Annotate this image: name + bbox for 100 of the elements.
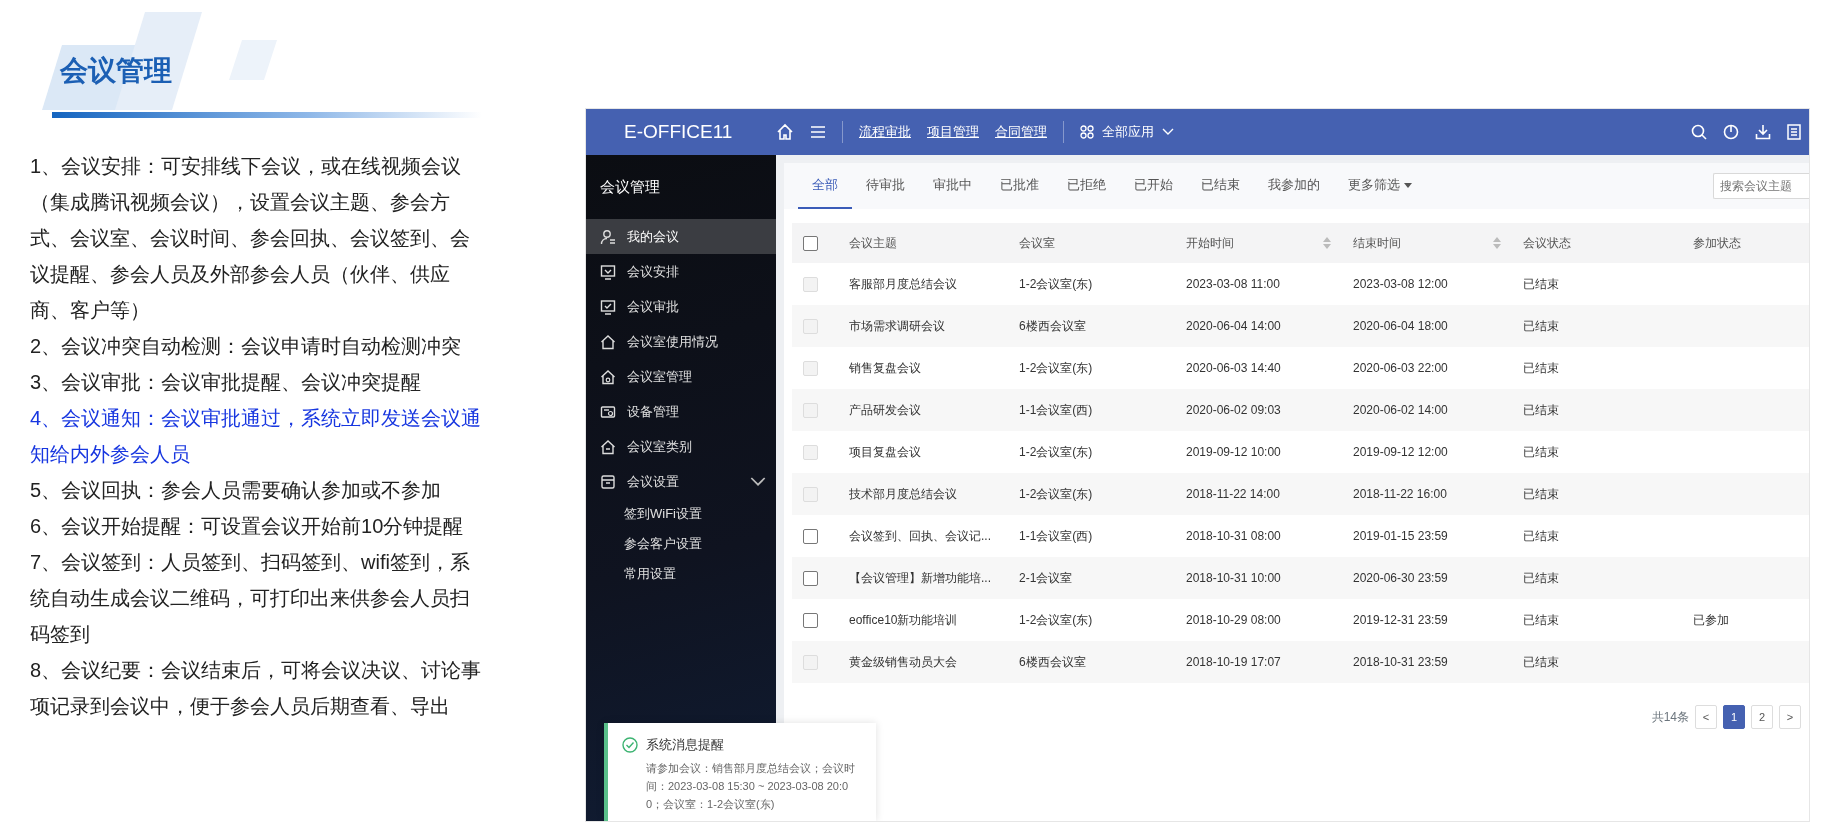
- more-filter-dropdown[interactable]: 更多筛选: [1334, 163, 1426, 209]
- sidebar-item[interactable]: 会议安排: [586, 254, 776, 289]
- column-header: 结束时间: [1353, 235, 1401, 252]
- chevron-down-icon: [1162, 128, 1174, 136]
- column-header: 会议主题: [849, 235, 897, 252]
- column-header: 开始时间: [1186, 235, 1234, 252]
- table-cell-text: 2023-03-08 12:00: [1353, 276, 1448, 293]
- table-cell-text: 2019-01-15 23:59: [1353, 528, 1448, 545]
- sidebar-subitem[interactable]: 常用设置: [586, 559, 776, 589]
- toast-title: 系统消息提醒: [646, 736, 724, 754]
- column-header: 会议状态: [1523, 235, 1571, 252]
- column-header: 参加状态: [1693, 235, 1741, 252]
- filter-tab[interactable]: 已拒绝: [1053, 163, 1120, 209]
- home-icon: [776, 123, 794, 141]
- next-page-button[interactable]: >: [1779, 705, 1801, 729]
- download-icon: [1755, 124, 1771, 140]
- sidebar-item[interactable]: 会议审批: [586, 289, 776, 324]
- sidebar-icon: [600, 438, 616, 455]
- nav-link[interactable]: 流程审批: [859, 122, 911, 142]
- nav-link[interactable]: 合同管理: [995, 122, 1047, 142]
- sidebar-icon: [600, 403, 616, 420]
- table-cell-text: 已结束: [1523, 444, 1559, 461]
- table-cell-text: 已参加: [1693, 612, 1729, 629]
- sidebar-title: 会议管理: [599, 176, 661, 197]
- filter-tab[interactable]: 待审批: [852, 163, 919, 209]
- sidebar-subitem[interactable]: 参会客户设置: [586, 529, 776, 559]
- menu-icon: [810, 125, 826, 139]
- filter-tab[interactable]: 审批中: [919, 163, 986, 209]
- sidebar-icon: [600, 298, 616, 315]
- table-cell-text: 2020-06-30 23:59: [1353, 570, 1448, 587]
- table-cell-text: 2019-12-31 23:59: [1353, 612, 1448, 629]
- table-cell-text: 2019-09-12 10:00: [1186, 444, 1281, 461]
- table-cell-text: 市场需求调研会议: [849, 318, 945, 335]
- apps-menu-label[interactable]: 全部应用: [1102, 122, 1154, 142]
- table-cell-text: 2-1会议室: [1019, 570, 1073, 587]
- filter-tab[interactable]: 我参加的: [1254, 163, 1334, 209]
- sidebar-item[interactable]: 会议室类别: [586, 429, 776, 464]
- sidebar-item[interactable]: 会议设置: [586, 464, 776, 499]
- table-cell-text: 已结束: [1523, 318, 1559, 335]
- slide-title: 会议管理: [60, 54, 172, 88]
- sidebar-item[interactable]: 会议室管理: [586, 359, 776, 394]
- table-cell-text: 1-2会议室(东): [1019, 444, 1093, 461]
- table-cell-text: 已结束: [1523, 402, 1559, 419]
- table-cell-text: 2018-10-31 10:00: [1186, 570, 1281, 587]
- table-cell-text: 2020-06-02 09:03: [1186, 402, 1281, 419]
- table-cell-text: 1-2会议室(东): [1019, 276, 1093, 293]
- filter-tab[interactable]: 全部: [798, 163, 852, 209]
- feature-point: 4、会议通知：会议审批通过，系统立即发送会议通知给内外参会人员: [30, 406, 483, 467]
- sidebar-item[interactable]: 设备管理: [586, 394, 776, 429]
- table-cell-text: 2023-03-08 11:00: [1186, 276, 1280, 293]
- checkbox[interactable]: [803, 528, 818, 544]
- prev-page-button[interactable]: <: [1695, 705, 1717, 729]
- sidebar-item[interactable]: 会议室使用情况: [586, 324, 776, 359]
- sidebar-subitem[interactable]: 签到WiFi设置: [586, 499, 776, 529]
- sidebar-icon: [600, 263, 616, 280]
- table-cell-text: 销售复盘会议: [849, 360, 921, 377]
- table-cell-text: 2020-06-02 14:00: [1353, 402, 1448, 419]
- table-cell-text: 2018-10-19 17:07: [1186, 654, 1281, 671]
- list-icon: [1787, 124, 1801, 140]
- table-cell-text: 产品研发会议: [849, 402, 921, 419]
- sidebar-item[interactable]: 我的会议: [586, 219, 776, 254]
- brand-logo[interactable]: E-OFFICE11: [586, 117, 776, 147]
- toast-message: 请参加会议：销售部月度总结会议；会议时间：2023-03-08 15:30 ~ 2023-03-08 20:00；会议室：1-2会议室(东): [645, 760, 856, 812]
- page-button[interactable]: 1: [1723, 705, 1745, 729]
- apps-menu[interactable]: 全部应用: [1080, 122, 1174, 142]
- total-count: 共14条: [1651, 709, 1689, 726]
- table-cell-text: 项目复盘会议: [849, 444, 921, 461]
- nav-link[interactable]: 项目管理: [927, 122, 979, 142]
- checkbox[interactable]: [803, 570, 818, 586]
- table-cell-text: 6楼西会议室: [1019, 654, 1086, 671]
- table-cell-text: 已结束: [1523, 486, 1559, 503]
- table-cell-text: 1-2会议室(东): [1019, 360, 1093, 377]
- checkbox[interactable]: [803, 612, 818, 628]
- table-cell-text: 技术部月度总结会议: [849, 486, 957, 503]
- table-cell-text: 【会议管理】新增功能培...: [849, 570, 991, 587]
- table-cell-text: 已结束: [1523, 276, 1559, 293]
- checkbox[interactable]: [803, 235, 818, 251]
- table-cell-text: 1-2会议室(东): [1019, 612, 1093, 629]
- search-field[interactable]: 搜索会议主题: [1713, 173, 1809, 199]
- table-cell-text: 2018-10-31 23:59: [1353, 654, 1448, 671]
- page-button[interactable]: 2: [1751, 705, 1773, 729]
- table-cell-text: 2018-10-31 08:00: [1186, 528, 1281, 545]
- feature-point: 8、会议纪要：会议结束后，可将会议决议、讨论事项记录到会议中，便于参会人员后期查看、导出: [30, 658, 483, 719]
- sidebar-icon: [600, 473, 616, 490]
- sidebar-icon: [600, 333, 616, 350]
- grid-icon: [1080, 125, 1094, 139]
- table-cell-text: 已结束: [1523, 570, 1559, 587]
- feature-point: 3、会议审批：会议审批提醒、会议冲突提醒: [30, 370, 423, 395]
- table-cell-text: 6楼西会议室: [1019, 318, 1086, 335]
- table-cell-text: eoffice10新功能培训: [849, 612, 958, 629]
- filter-tab[interactable]: 已结束: [1187, 163, 1254, 209]
- table-cell-text: 2018-11-22 14:00: [1186, 486, 1280, 503]
- filter-tab[interactable]: 已批准: [986, 163, 1053, 209]
- filter-tab[interactable]: 已开始: [1120, 163, 1187, 209]
- feature-point: 5、会议回执：参会人员需要确认参加或不参加: [30, 478, 443, 503]
- table-cell-text: 已结束: [1523, 654, 1559, 671]
- feature-point: 6、会议开始提醒：可设置会议开始前10分钟提醒: [30, 514, 465, 539]
- table-cell-text: 1-1会议室(西): [1019, 528, 1093, 545]
- feature-point: 2、会议冲突自动检测：会议申请时自动检测冲突: [30, 334, 463, 359]
- sidebar-icon: [600, 368, 616, 385]
